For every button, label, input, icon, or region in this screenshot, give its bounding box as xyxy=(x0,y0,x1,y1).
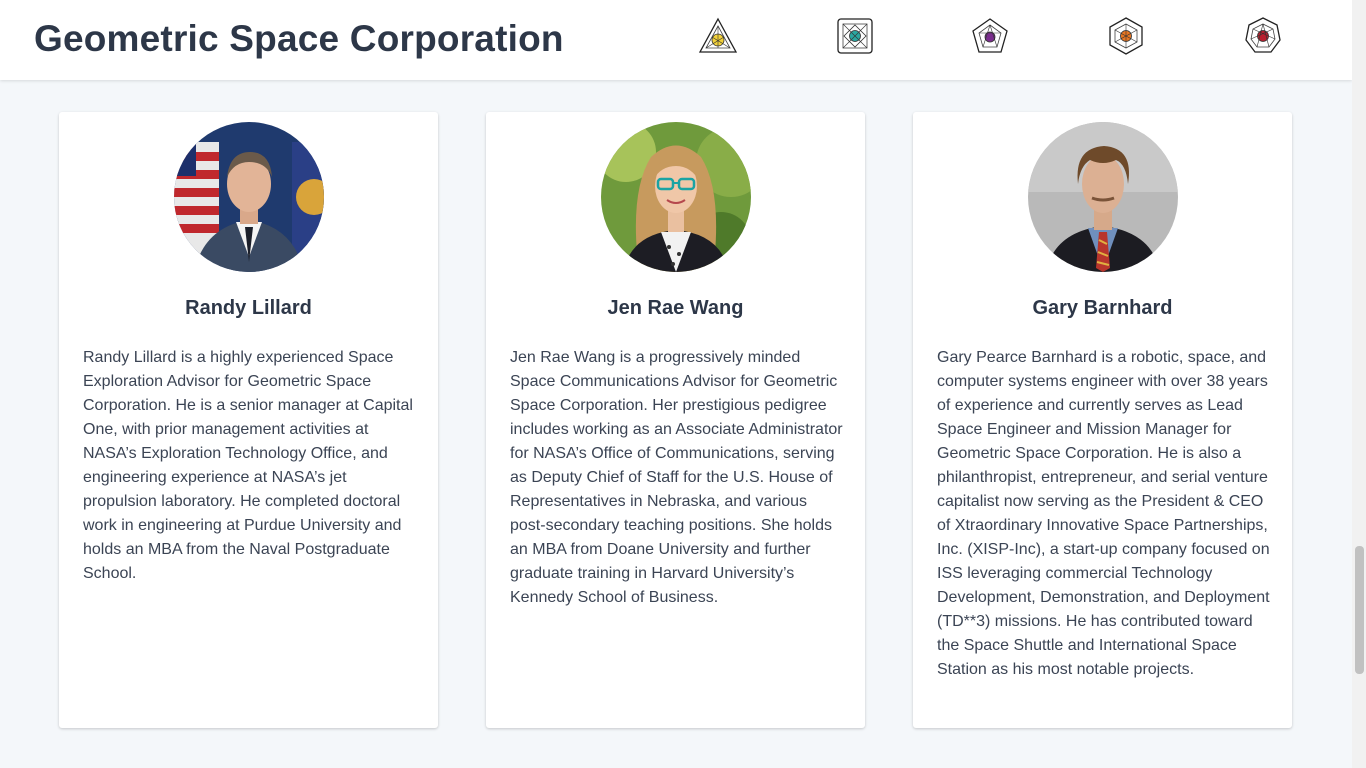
page: Geometric Space Corporation Randy Lillar… xyxy=(0,0,1352,768)
avatar xyxy=(174,122,324,272)
pentagon-logo-icon[interactable] xyxy=(970,16,1010,56)
member-name: Jen Rae Wang xyxy=(607,297,744,319)
team-card: Randy Lillard Randy Lillard is a highly … xyxy=(59,112,438,728)
triangle-logo-icon[interactable] xyxy=(698,16,738,56)
page-scrollbar[interactable] xyxy=(1352,0,1366,768)
member-name: Randy Lillard xyxy=(185,297,312,319)
team-card: Gary Barnhard Gary Pearce Barnhard is a … xyxy=(913,112,1292,728)
randy-lillard-portrait xyxy=(174,122,324,272)
member-name: Gary Barnhard xyxy=(1032,297,1173,319)
heptagon-logo-icon[interactable] xyxy=(1243,16,1283,56)
jen-rae-wang-portrait xyxy=(601,122,751,272)
team-card: Jen Rae Wang Jen Rae Wang is a progressi… xyxy=(486,112,865,728)
member-bio: Jen Rae Wang is a progressively minded S… xyxy=(510,349,843,606)
member-bio: Gary Pearce Barnhard is a robotic, space… xyxy=(937,349,1270,678)
hexagon-logo-icon[interactable] xyxy=(1106,16,1146,56)
avatar xyxy=(601,122,751,272)
member-bio: Randy Lillard is a highly experienced Sp… xyxy=(83,349,413,582)
site-header: Geometric Space Corporation xyxy=(0,0,1352,80)
gary-barnhard-portrait xyxy=(1028,122,1178,272)
nav-icons xyxy=(0,16,1352,56)
team-grid: Randy Lillard Randy Lillard is a highly … xyxy=(59,112,1294,729)
avatar xyxy=(1028,122,1178,272)
square-logo-icon[interactable] xyxy=(835,16,875,56)
scrollbar-thumb[interactable] xyxy=(1355,546,1364,674)
